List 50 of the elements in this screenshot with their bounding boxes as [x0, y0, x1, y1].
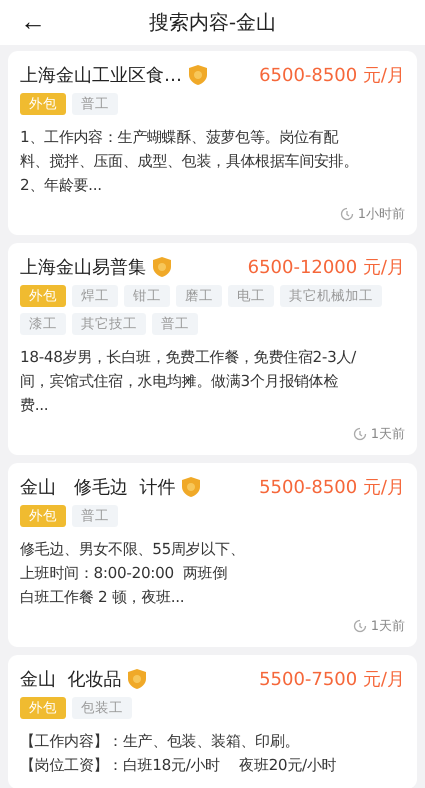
shield-badge-icon [188, 64, 208, 86]
page-title: 搜索内容-金山 [148, 9, 276, 36]
clock-icon [352, 427, 367, 441]
job-type-tag: 普工 [72, 505, 118, 527]
description-line: 【岗位工资】：白班18元/小时 夜班20元/小时 [20, 755, 338, 776]
job-type-tag: 钳工 [124, 285, 170, 307]
job-card[interactable]: 上海金山工业区食… 6500-8500 元/月 外包 普工 1、工作内容：生产蝴蝶酥、菠萝包等。岗位有配 料、搅拌、压面、成型、包装，具体根据车间安排。 2、年龄要... 1小时前 [8, 51, 417, 235]
post-time: 1小时前 [358, 206, 405, 223]
job-card[interactable]: 金山 化妆品 5500-7500 元/月 外包 包装工 【工作内容】：生产、包装、装箱、印刷。 【岗位工资】：白班18元/小时 夜班20元/小时 [8, 655, 417, 788]
job-type-tag: 漆工 [20, 313, 66, 335]
job-title: 上海金山工业区食… [20, 64, 182, 87]
job-title: 金山 化妆品 [20, 668, 122, 691]
description-line: 白班工作餐 2 顿，夜班... [20, 587, 186, 608]
job-title: 上海金山易普集 [20, 256, 146, 279]
salary-text: 6500-12000 元/月 [248, 256, 405, 279]
job-type-tag: 普工 [72, 93, 118, 115]
description-line: 料、搅拌、压面、成型、包装，具体根据车间安排。 [20, 151, 360, 172]
job-card[interactable]: 上海金山易普集 6500-12000 元/月 外包 焊工 钳工 磨工 电工 其它机械加工 漆工 其它技工 普工 18-48岁男，长白班，免费工作餐，免费住宿2-3人/ 间，宾馆式住宿，水电均摊。做满3个月报销体检 费... 1天前 [8, 243, 417, 455]
job-card[interactable]: 金山 修毛边 计件 5500-8500 元/月 外包 普工 修毛边、男女不限、55周岁以下、 上班时间：8:00-20:00 两班倒 白班工作餐 2 顿，夜班... 1天前 [8, 463, 417, 647]
salary-text: 6500-8500 元/月 [259, 64, 405, 87]
post-time: 1天前 [370, 618, 405, 635]
description-line: 费... [20, 395, 50, 416]
job-type-tag: 普工 [152, 313, 198, 335]
job-title: 金山 修毛边 计件 [20, 476, 176, 499]
job-type-tag: 包装工 [72, 697, 132, 719]
salary-text: 5500-8500 元/月 [259, 476, 405, 499]
outsource-tag: 外包 [20, 285, 66, 307]
outsource-tag: 外包 [20, 505, 66, 527]
clock-icon [340, 207, 354, 221]
outsource-tag: 外包 [20, 93, 66, 115]
salary-text: 5500-7500 元/月 [259, 668, 405, 691]
job-type-tag: 焊工 [72, 285, 118, 307]
description-line: 18-48岁男，长白班，免费工作餐，免费住宿2-3人/ [20, 347, 358, 368]
description-line: 1、工作内容：生产蝴蝶酥、菠萝包等。岗位有配 [20, 127, 340, 148]
post-time: 1天前 [370, 426, 405, 443]
back-button[interactable]: ← [20, 6, 46, 36]
description-line: 修毛边、男女不限、55周岁以下、 [20, 539, 246, 560]
description-line: 【工作内容】：生产、包装、装箱、印刷。 [20, 731, 300, 752]
job-type-tag: 电工 [228, 285, 274, 307]
job-type-tag: 其它技工 [72, 313, 146, 335]
clock-icon [352, 619, 367, 633]
job-type-tag: 其它机械加工 [280, 285, 382, 307]
shield-badge-icon [152, 256, 172, 278]
description-line: 2、年龄要... [20, 175, 103, 196]
shield-badge-icon [127, 668, 148, 690]
shield-badge-icon [181, 476, 202, 498]
job-type-tag: 磨工 [176, 285, 222, 307]
description-line: 间，宾馆式住宿，水电均摊。做满3个月报销体检 [20, 371, 340, 392]
outsource-tag: 外包 [20, 697, 66, 719]
description-line: 上班时间：8:00-20:00 两班倒 [20, 563, 228, 584]
